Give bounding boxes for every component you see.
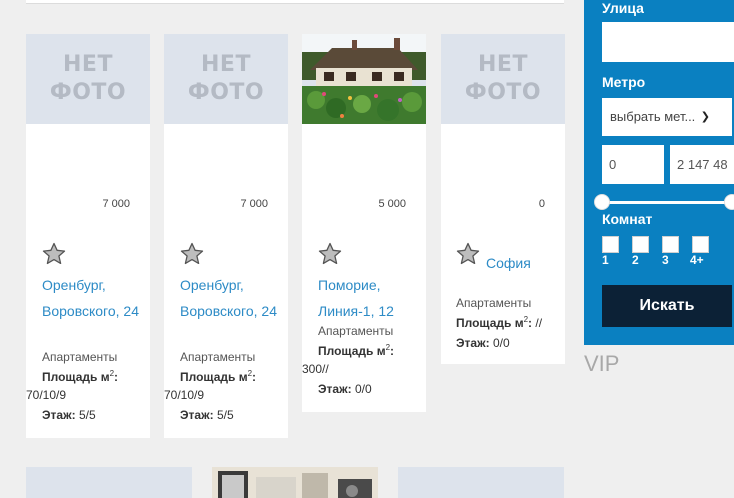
price-slider-min-handle[interactable] bbox=[594, 194, 610, 210]
price-min-input[interactable] bbox=[602, 145, 664, 184]
listing-area-value: 70/10/9 bbox=[164, 388, 205, 402]
listing-card[interactable]: НЕТ ФОТО 7 000 Оренбург, Воровского, 24 … bbox=[164, 34, 288, 438]
listing-info: Апартаменты Площадь м2: // Этаж: 0/0 bbox=[441, 293, 561, 353]
listing-area-value: 300// bbox=[302, 362, 329, 376]
listing-price: 5 000 bbox=[378, 198, 406, 210]
no-photo-text-line2: ФОТО bbox=[49, 80, 127, 105]
area-label: Площадь м bbox=[318, 344, 386, 358]
area-label-colon: : bbox=[114, 370, 119, 384]
floor-label: Этаж: bbox=[456, 336, 490, 350]
no-photo-text-line1: НЕТ bbox=[201, 52, 251, 77]
room-checkbox-3[interactable] bbox=[662, 236, 679, 253]
cottage-photo bbox=[302, 34, 426, 124]
room-label-1: 1 bbox=[602, 253, 609, 267]
no-photo-text-line1: НЕТ bbox=[478, 52, 528, 77]
listing-price: 0 bbox=[538, 198, 545, 210]
no-photo-placeholder: НЕТ ФОТО bbox=[26, 34, 150, 124]
listing-floor: Этаж: 0/0 bbox=[441, 333, 561, 353]
room-label-4plus: 4+ bbox=[690, 253, 704, 267]
listing-info: Апартаменты Площадь м2: 300// Этаж: 0/0 bbox=[302, 321, 422, 399]
floor-value: 0/0 bbox=[354, 382, 372, 396]
price-slider-max-handle[interactable] bbox=[724, 194, 734, 210]
area-label: Площадь м bbox=[42, 370, 110, 384]
listing-title-link[interactable]: Оренбург, Воровского, 24 bbox=[42, 272, 148, 324]
no-photo-text-line2: ФОТО bbox=[464, 80, 542, 105]
listing-card[interactable]: 5 000 Поморие, Линия-1, 12 Апартаменты П… bbox=[302, 34, 426, 412]
vip-section-heading: VIP bbox=[584, 351, 620, 376]
room-checkbox-2[interactable] bbox=[632, 236, 649, 253]
room-checkbox-4plus[interactable] bbox=[692, 236, 709, 253]
search-button[interactable]: Искать bbox=[602, 285, 732, 327]
price-max-input[interactable] bbox=[670, 145, 734, 184]
floor-value: 5/5 bbox=[216, 408, 234, 422]
listing-area: Площадь м2: bbox=[26, 367, 146, 387]
listing-title-link[interactable]: Поморие, Линия-1, 12 bbox=[318, 272, 424, 324]
street-input[interactable] bbox=[602, 22, 734, 62]
listing-info: Апартаменты Площадь м2: 70/10/9 Этаж: 5/… bbox=[26, 347, 146, 425]
cottage-image[interactable] bbox=[302, 34, 426, 124]
listing-price: 7 000 bbox=[102, 198, 130, 210]
area-label-colon: : bbox=[528, 316, 533, 330]
metro-label: Метро bbox=[602, 74, 646, 90]
listing-area: Площадь м2: // bbox=[441, 313, 561, 333]
listing-info: Апартаменты Площадь м2: 70/10/9 Этаж: 5/… bbox=[164, 347, 284, 425]
listing-title-link[interactable]: София bbox=[486, 250, 592, 276]
floor-value: 5/5 bbox=[78, 408, 96, 422]
listing-type: Апартаменты bbox=[318, 324, 394, 338]
floor-label: Этаж: bbox=[318, 382, 352, 396]
no-photo-text-line1: НЕТ bbox=[63, 52, 113, 77]
room-label-3: 3 bbox=[662, 253, 669, 267]
rooms-label: Комнат bbox=[602, 211, 653, 227]
no-photo-placeholder: НЕТ ФОТО bbox=[164, 34, 288, 124]
room-checkbox-1[interactable] bbox=[602, 236, 619, 253]
no-photo-text-line2: ФОТО bbox=[187, 80, 265, 105]
listing-floor: Этаж: 5/5 bbox=[164, 405, 284, 425]
price-slider-track[interactable] bbox=[602, 201, 734, 204]
favorite-star-icon[interactable] bbox=[456, 242, 480, 266]
favorite-star-icon[interactable] bbox=[318, 242, 342, 266]
search-sidebar: Улица Метро выбрать мет... ❯ Комнат 1 2 … bbox=[584, 0, 734, 345]
listing-area: Площадь м2: bbox=[302, 341, 422, 361]
listing-floor: Этаж: 0/0 bbox=[302, 379, 422, 399]
floor-value: 0/0 bbox=[492, 336, 510, 350]
listing-price: 7 000 bbox=[240, 198, 268, 210]
listing-card-next-row[interactable] bbox=[212, 467, 378, 498]
street-label: Улица bbox=[602, 0, 644, 16]
no-photo-placeholder: НЕТ ФОТО bbox=[441, 34, 565, 124]
listing-area: Площадь м2: bbox=[164, 367, 284, 387]
chevron-down-icon: ❯ bbox=[700, 111, 710, 123]
metro-select-value: выбрать мет... bbox=[610, 109, 696, 124]
listing-type: Апартаменты bbox=[456, 296, 532, 310]
listing-card-next-row[interactable] bbox=[398, 467, 564, 498]
area-label-colon: : bbox=[390, 344, 395, 358]
interior-photo bbox=[212, 467, 378, 498]
listing-card[interactable]: НЕТ ФОТО 7 000 Оренбург, Воровского, 24 … bbox=[26, 34, 150, 438]
listing-area-value: 70/10/9 bbox=[26, 388, 67, 402]
metro-select[interactable]: выбрать мет... ❯ bbox=[602, 98, 732, 136]
listing-title-link[interactable]: Оренбург, Воровского, 24 bbox=[180, 272, 286, 324]
room-label-2: 2 bbox=[632, 253, 639, 267]
listing-type: Апартаменты bbox=[42, 350, 118, 364]
favorite-star-icon[interactable] bbox=[42, 242, 66, 266]
floor-label: Этаж: bbox=[180, 408, 214, 422]
favorite-star-icon[interactable] bbox=[180, 242, 204, 266]
listing-type: Апартаменты bbox=[180, 350, 256, 364]
area-label: Площадь м bbox=[456, 316, 524, 330]
listing-card[interactable]: НЕТ ФОТО 0 София Апартаменты Площадь м2:… bbox=[441, 34, 565, 364]
previous-section-bottom bbox=[26, 0, 564, 4]
floor-label: Этаж: bbox=[42, 408, 76, 422]
listing-floor: Этаж: 5/5 bbox=[26, 405, 146, 425]
area-label: Площадь м bbox=[180, 370, 248, 384]
listing-card-next-row[interactable] bbox=[26, 467, 192, 498]
area-label-colon: : bbox=[252, 370, 257, 384]
listing-area-value: // bbox=[535, 316, 543, 330]
